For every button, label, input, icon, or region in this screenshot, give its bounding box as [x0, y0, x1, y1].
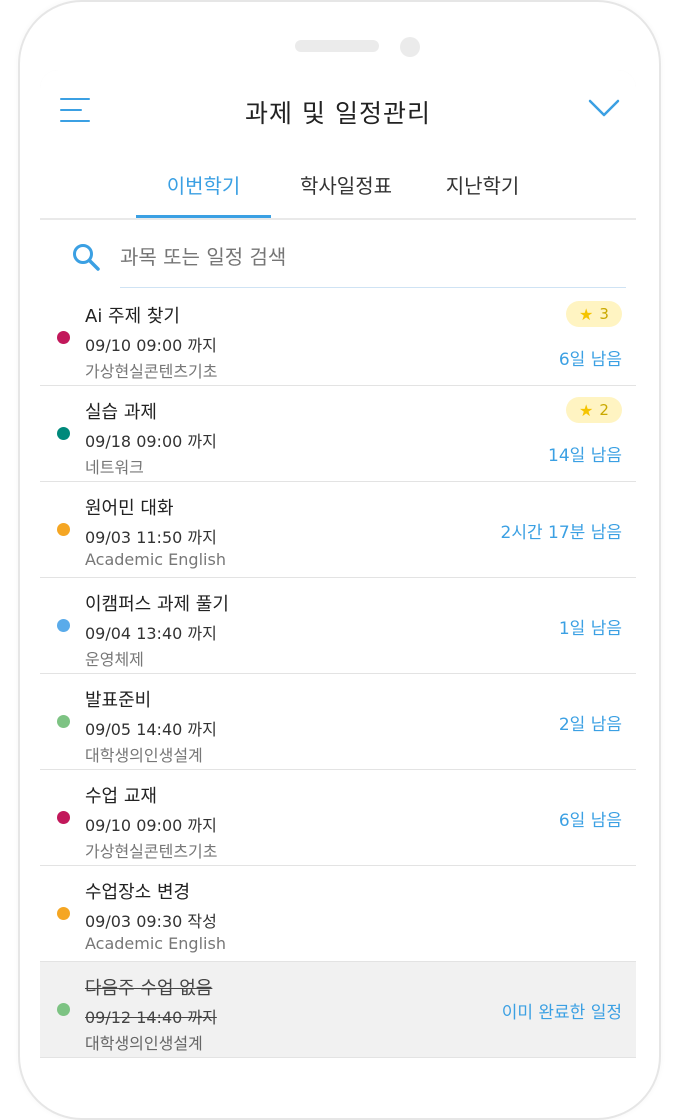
item-title: 이캠퍼스 과제 풀기 — [85, 594, 229, 615]
remaining-time: 14일 남음 — [548, 446, 622, 466]
remaining-time: 2시간 17분 남음 — [500, 523, 622, 543]
item-course: 네트워크 — [85, 458, 144, 477]
speaker — [295, 40, 379, 52]
list-item-completed[interactable]: 다음주 수업 없음 09/12 14:40 까지 대학생의인생설계 이미 완료한… — [40, 962, 636, 1058]
item-title: 수업 교재 — [85, 786, 157, 807]
item-title: 실습 과제 — [85, 402, 157, 423]
course-color-dot — [57, 715, 70, 728]
item-title: 다음주 수업 없음 — [85, 978, 213, 999]
schedule-list: Ai 주제 찾기 09/10 09:00 까지 가상현실콘텐츠기초 ★ 3 6일… — [40, 290, 636, 1058]
item-course: 대학생의인생설계 — [85, 1034, 203, 1053]
course-color-dot — [57, 331, 70, 344]
item-course: 가상현실콘텐츠기초 — [85, 362, 218, 381]
importance-badge[interactable]: ★ 3 — [566, 301, 622, 327]
item-due: 09/04 13:40 까지 — [85, 624, 217, 643]
item-course: Academic English — [85, 934, 226, 953]
tab-past-semester[interactable]: 지난학기 — [420, 160, 545, 218]
list-item[interactable]: 실습 과제 09/18 09:00 까지 네트워크 ★ 2 14일 남음 — [40, 386, 636, 482]
star-count: 3 — [599, 305, 609, 323]
importance-badge[interactable]: ★ 2 — [566, 397, 622, 423]
remaining-time: 1일 남음 — [558, 619, 622, 639]
remaining-time: 6일 남음 — [558, 811, 622, 831]
completed-status: 이미 완료한 일정 — [501, 1003, 622, 1023]
item-course: 대학생의인생설계 — [85, 746, 203, 765]
list-item[interactable]: Ai 주제 찾기 09/10 09:00 까지 가상현실콘텐츠기초 ★ 3 6일… — [40, 290, 636, 386]
search-input[interactable] — [120, 240, 540, 274]
item-due: 09/10 09:00 까지 — [85, 336, 217, 355]
item-due: 09/10 09:00 까지 — [85, 816, 217, 835]
course-color-dot — [57, 907, 70, 920]
item-due: 09/05 14:40 까지 — [85, 720, 217, 739]
chevron-down-icon[interactable] — [588, 98, 620, 118]
camera — [400, 37, 420, 57]
item-title: Ai 주제 찾기 — [85, 306, 180, 327]
tab-this-semester[interactable]: 이번학기 — [136, 160, 271, 218]
item-due: 09/03 09:30 작성 — [85, 912, 217, 931]
course-color-dot — [57, 811, 70, 824]
item-title: 수업장소 변경 — [85, 882, 191, 903]
search-underline — [120, 287, 626, 288]
list-item[interactable]: 이캠퍼스 과제 풀기 09/04 13:40 까지 운영체제 1일 남음 — [40, 578, 636, 674]
list-item[interactable]: 수업장소 변경 09/03 09:30 작성 Academic English — [40, 866, 636, 962]
tab-academic-calendar[interactable]: 학사일정표 — [276, 160, 416, 218]
search-bar — [40, 220, 636, 290]
item-due: 09/03 11:50 까지 — [85, 528, 217, 547]
list-item[interactable]: 발표준비 09/05 14:40 까지 대학생의인생설계 2일 남음 — [40, 674, 636, 770]
remaining-time: 2일 남음 — [558, 715, 622, 735]
screen: 과제 및 일정관리 이번학기 학사일정표 지난학기 Ai 주제 찾기 — [40, 70, 636, 1073]
item-course: 가상현실콘텐츠기초 — [85, 842, 218, 861]
item-due: 09/12 14:40 까지 — [85, 1008, 217, 1027]
course-color-dot — [57, 1003, 70, 1016]
list-item[interactable]: 수업 교재 09/10 09:00 까지 가상현실콘텐츠기초 6일 남음 — [40, 770, 636, 866]
course-color-dot — [57, 619, 70, 632]
course-color-dot — [57, 523, 70, 536]
star-count: 2 — [599, 401, 609, 419]
page-title: 과제 및 일정관리 — [245, 99, 431, 128]
item-course: 운영체제 — [85, 650, 144, 669]
header: 과제 및 일정관리 — [40, 70, 636, 150]
course-color-dot — [57, 427, 70, 440]
item-course: Academic English — [85, 550, 226, 569]
list-item[interactable]: 원어민 대화 09/03 11:50 까지 Academic English 2… — [40, 482, 636, 578]
item-due: 09/18 09:00 까지 — [85, 432, 217, 451]
app: 과제 및 일정관리 이번학기 학사일정표 지난학기 Ai 주제 찾기 — [40, 70, 636, 1073]
star-icon: ★ — [579, 400, 594, 420]
remaining-time: 6일 남음 — [558, 350, 622, 370]
item-title: 발표준비 — [85, 690, 152, 711]
search-icon[interactable] — [71, 242, 101, 272]
item-title: 원어민 대화 — [85, 498, 174, 519]
star-icon: ★ — [579, 304, 594, 324]
tab-bar: 이번학기 학사일정표 지난학기 — [40, 160, 636, 218]
